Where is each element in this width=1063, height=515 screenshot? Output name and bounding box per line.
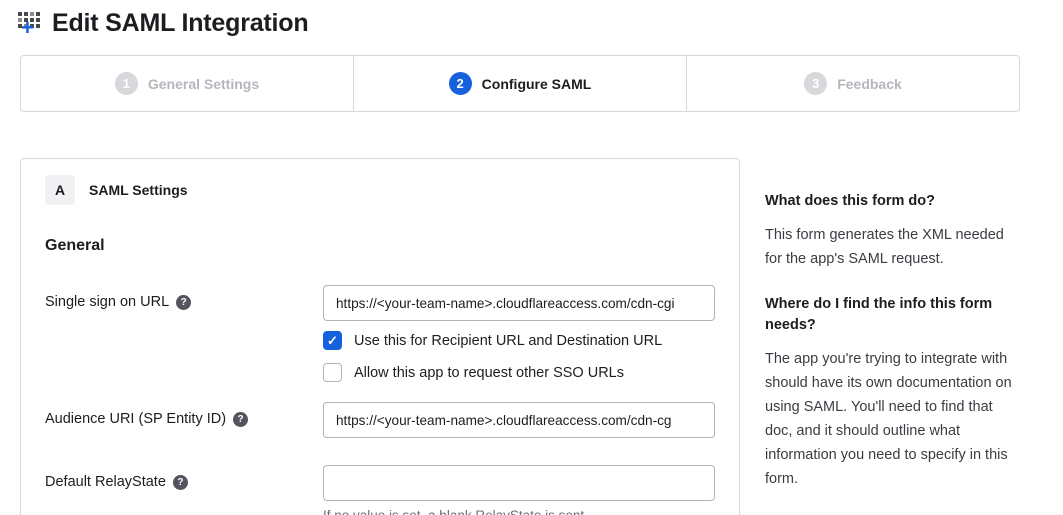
default-relaystate-helper-text: If no value is set, a blank RelayState i…	[323, 508, 715, 515]
page-header: + Edit SAML Integration	[16, 8, 1063, 38]
default-relaystate-help-icon[interactable]	[173, 475, 188, 490]
sso-url-label: Single sign on URL	[45, 294, 169, 310]
help-body-what: This form generates the XML needed for t…	[765, 224, 1023, 272]
help-sidebar: What does this form do? This form genera…	[765, 158, 1023, 491]
help-heading-what: What does this form do?	[765, 191, 1023, 212]
step-1-circle: 1	[115, 72, 138, 95]
sso-url-help-icon[interactable]	[176, 295, 191, 310]
help-body-where: The app you're trying to integrate with …	[765, 348, 1023, 492]
panel-header: A SAML Settings	[45, 175, 715, 205]
edit-saml-integration-page: + Edit SAML Integration 1 General Settin…	[0, 8, 1063, 515]
recipient-url-checkbox-row[interactable]: Use this for Recipient URL and Destinati…	[323, 331, 715, 350]
audience-uri-input[interactable]	[323, 402, 715, 438]
step-1-label: General Settings	[148, 76, 259, 92]
panel-title: SAML Settings	[89, 182, 188, 198]
audience-uri-help-icon[interactable]	[233, 412, 248, 427]
content-area: A SAML Settings General Single sign on U…	[20, 158, 1063, 515]
audience-uri-field-col	[323, 402, 715, 438]
default-relaystate-input[interactable]	[323, 465, 715, 501]
default-relaystate-label-wrap: Default RelayState	[45, 465, 323, 490]
audience-uri-label-wrap: Audience URI (SP Entity ID)	[45, 402, 323, 427]
sso-url-input[interactable]	[323, 285, 715, 321]
step-3-label: Feedback	[837, 76, 902, 92]
sso-url-row: Single sign on URL Use this for Recipien…	[45, 285, 715, 382]
step-general-settings[interactable]: 1 General Settings	[21, 56, 353, 111]
default-relaystate-row: Default RelayState If no value is set, a…	[45, 465, 715, 515]
audience-uri-label: Audience URI (SP Entity ID)	[45, 411, 226, 427]
other-sso-urls-checkbox[interactable]	[323, 363, 342, 382]
sso-url-label-wrap: Single sign on URL	[45, 285, 323, 310]
recipient-url-checkbox[interactable]	[323, 331, 342, 350]
saml-settings-panel: A SAML Settings General Single sign on U…	[20, 158, 740, 515]
general-section-heading: General	[45, 237, 715, 255]
default-relaystate-label: Default RelayState	[45, 474, 166, 490]
wizard-stepper: 1 General Settings 2 Configure SAML 3 Fe…	[20, 55, 1020, 112]
help-section-what: What does this form do? This form genera…	[765, 191, 1023, 272]
step-2-circle: 2	[449, 72, 472, 95]
step-configure-saml[interactable]: 2 Configure SAML	[353, 56, 686, 111]
other-sso-urls-checkbox-label: Allow this app to request other SSO URLs	[354, 365, 624, 381]
step-2-label: Configure SAML	[482, 76, 592, 92]
add-app-icon: +	[16, 8, 46, 38]
other-sso-urls-checkbox-row[interactable]: Allow this app to request other SSO URLs	[323, 363, 715, 382]
page-title: Edit SAML Integration	[52, 9, 308, 38]
recipient-url-checkbox-label: Use this for Recipient URL and Destinati…	[354, 333, 662, 349]
default-relaystate-field-col: If no value is set, a blank RelayState i…	[323, 465, 715, 515]
help-section-where: Where do I find the info this form needs…	[765, 294, 1023, 492]
section-a-badge: A	[45, 175, 75, 205]
step-feedback[interactable]: 3 Feedback	[686, 56, 1019, 111]
step-3-circle: 3	[804, 72, 827, 95]
audience-uri-row: Audience URI (SP Entity ID)	[45, 402, 715, 438]
sso-url-field-col: Use this for Recipient URL and Destinati…	[323, 285, 715, 382]
help-heading-where: Where do I find the info this form needs…	[765, 294, 1023, 336]
